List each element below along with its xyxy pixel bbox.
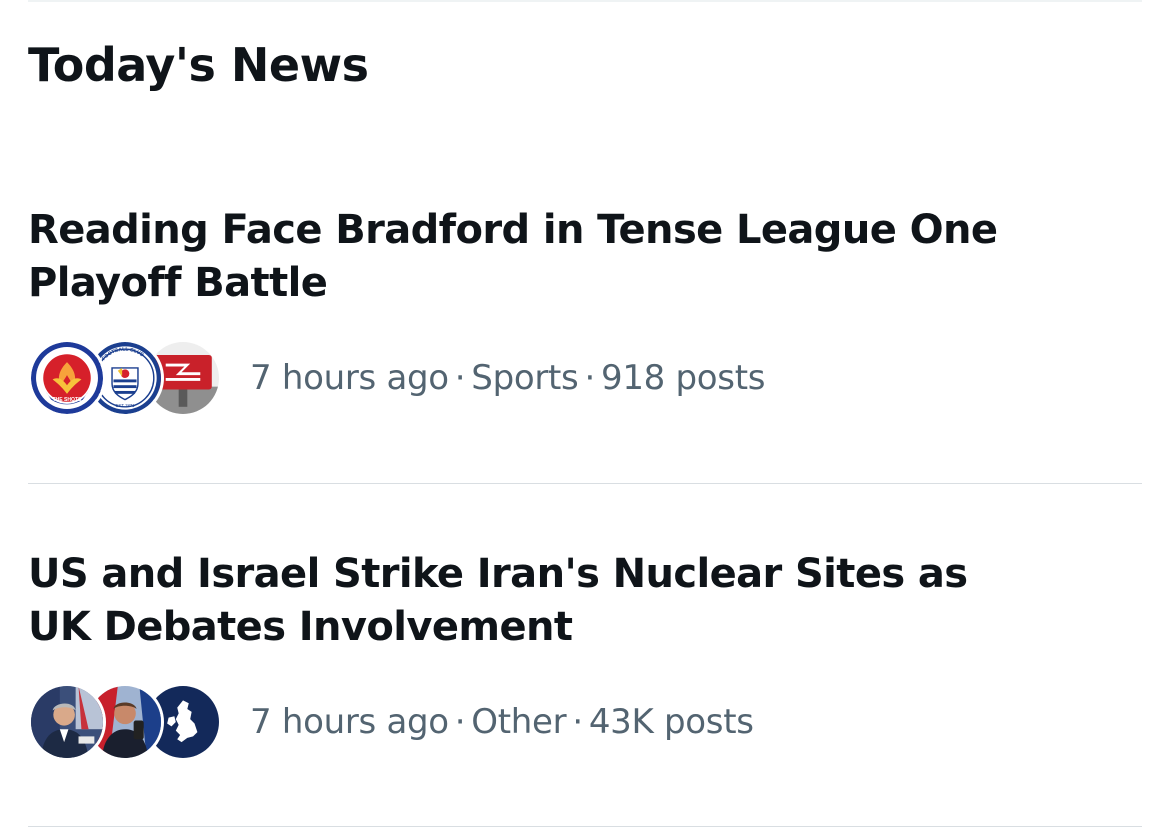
news-time: 7 hours ago [250,358,449,398]
news-item[interactable]: US and Israel Strike Iran's Nuclear Site… [0,540,1170,828]
news-time: 7 hours ago [250,702,449,742]
news-meta-row: THE SHOTS ALDERSHOT TOWN F.C. FOOTBALL C… [28,336,765,420]
meta-separator: · [454,702,466,742]
section-title: Today's News [28,38,369,92]
news-headline: Reading Face Bradford in Tense League On… [28,207,998,306]
news-post-count: 43K posts [588,702,754,742]
crest-bottom-text: EST 1871 [115,403,135,408]
top-divider [28,0,1142,2]
avatar-stack: THE SHOTS ALDERSHOT TOWN F.C. FOOTBALL C… [28,336,222,420]
news-meta-row: 7 hours ago · Other · 43K posts [28,680,754,764]
news-post-count: 918 posts [601,358,766,398]
meta-separator: · [584,358,595,398]
crest-bottom-text: THE SHOTS [53,397,82,403]
news-item[interactable]: Reading Face Bradford in Tense League On… [0,196,1170,484]
news-category: Sports [471,358,579,398]
news-meta: 7 hours ago · Sports · 918 posts [250,358,765,398]
news-category: Other [471,702,567,742]
meta-separator: · [572,702,583,742]
news-meta: 7 hours ago · Other · 43K posts [250,702,754,742]
news-headline: US and Israel Strike Iran's Nuclear Site… [28,551,968,650]
speaker-photo-avatar [28,683,106,761]
item-divider [28,483,1142,484]
item-divider [28,826,1142,827]
meta-separator: · [454,358,466,398]
avatar-stack [28,680,222,764]
aldershot-town-crest-icon: THE SHOTS ALDERSHOT TOWN F.C. [28,339,106,417]
